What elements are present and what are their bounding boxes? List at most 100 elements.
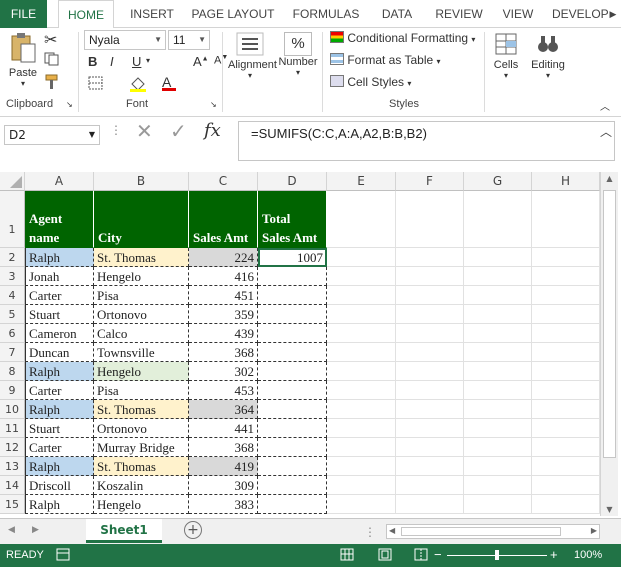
borders-icon[interactable]	[88, 76, 104, 93]
tab-view[interactable]: VIEW	[496, 0, 540, 28]
horizontal-scrollbar[interactable]: ◀ ▶	[386, 524, 600, 539]
macro-record-icon[interactable]	[56, 548, 70, 564]
cell-c[interactable]: 451	[189, 286, 258, 305]
cell-a[interactable]: Ralph	[25, 457, 94, 476]
cell-c[interactable]: 416	[189, 267, 258, 286]
empty-cell[interactable]	[464, 267, 532, 286]
row-header[interactable]: 15	[0, 495, 25, 514]
page-layout-view-icon[interactable]	[378, 548, 392, 564]
scroll-down-icon[interactable]: ▼	[601, 505, 618, 514]
cell-b[interactable]: Hengelo	[94, 267, 189, 286]
format-as-table-button[interactable]: Format as Table ▾	[330, 53, 441, 67]
sheet-prev-icon[interactable]: ◀	[8, 525, 15, 535]
cell-c[interactable]: 368	[189, 438, 258, 457]
font-launcher-icon[interactable]: ↘	[210, 100, 217, 109]
cell-d-active[interactable]: 1007	[258, 248, 327, 267]
worksheet-grid[interactable]: A B C D E F G H 1 Agent name City Sales A…	[0, 172, 600, 516]
normal-view-icon[interactable]	[340, 548, 354, 564]
cell-c[interactable]: 453	[189, 381, 258, 400]
zoom-out-icon[interactable]: −	[434, 547, 442, 562]
empty-cell[interactable]	[327, 438, 396, 457]
font-size-combo[interactable]: 11 ▼	[168, 30, 210, 50]
editing-button[interactable]: Editing ▾	[528, 32, 568, 80]
column-header-h[interactable]: H	[532, 172, 600, 191]
empty-cell[interactable]	[532, 419, 600, 438]
formula-input[interactable]: =SUMIFS(C:C,A:A,A2,B:B,B2)	[238, 121, 615, 161]
empty-cell[interactable]	[396, 324, 464, 343]
empty-cell[interactable]	[532, 362, 600, 381]
empty-cell[interactable]	[327, 495, 396, 514]
empty-cell[interactable]	[396, 191, 464, 248]
empty-cell[interactable]	[327, 305, 396, 324]
paste-button[interactable]: Paste ▾	[6, 32, 40, 88]
empty-cell[interactable]	[464, 362, 532, 381]
empty-cell[interactable]	[464, 191, 532, 248]
vertical-scroll-thumb[interactable]	[603, 190, 616, 458]
cell-a[interactable]: Ralph	[25, 362, 94, 381]
empty-cell[interactable]	[464, 400, 532, 419]
empty-cell[interactable]	[532, 191, 600, 248]
conditional-formatting-button[interactable]: Conditional Formatting ▾	[330, 31, 475, 45]
cell-d[interactable]	[258, 305, 327, 324]
cell-b[interactable]: St. Thomas	[94, 248, 189, 267]
row-header[interactable]: 12	[0, 438, 25, 457]
empty-cell[interactable]	[532, 495, 600, 514]
empty-cell[interactable]	[396, 362, 464, 381]
copy-icon[interactable]	[44, 52, 60, 69]
tab-data[interactable]: DATA	[374, 0, 420, 28]
cell-a[interactable]: Carter	[25, 381, 94, 400]
empty-cell[interactable]	[464, 324, 532, 343]
cells-button[interactable]: Cells ▾	[490, 32, 522, 80]
empty-cell[interactable]	[327, 324, 396, 343]
alignment-button[interactable]: Alignment ▾	[228, 32, 277, 80]
row-header[interactable]: 2	[0, 248, 25, 267]
tab-formulas[interactable]: FORMULAS	[288, 0, 364, 28]
empty-cell[interactable]	[464, 457, 532, 476]
empty-cell[interactable]	[464, 305, 532, 324]
cell-a[interactable]: Duncan	[25, 343, 94, 362]
empty-cell[interactable]	[396, 419, 464, 438]
header-cell-agent-name[interactable]: Agent name	[25, 191, 94, 248]
cell-b[interactable]: Pisa	[94, 381, 189, 400]
cell-c[interactable]: 441	[189, 419, 258, 438]
empty-cell[interactable]	[327, 362, 396, 381]
column-header-g[interactable]: G	[464, 172, 532, 191]
empty-cell[interactable]	[396, 286, 464, 305]
insert-function-button[interactable]: fx	[204, 120, 221, 141]
header-cell-total-sales-amt[interactable]: Total Sales Amt	[258, 191, 327, 248]
empty-cell[interactable]	[396, 381, 464, 400]
cancel-icon[interactable]: ✕	[136, 119, 153, 143]
empty-cell[interactable]	[327, 191, 396, 248]
cut-icon[interactable]: ✂	[44, 30, 57, 50]
empty-cell[interactable]	[327, 419, 396, 438]
tab-page-layout[interactable]: PAGE LAYOUT	[188, 0, 278, 28]
cell-c[interactable]: 364	[189, 400, 258, 419]
tab-insert[interactable]: INSERT	[124, 0, 180, 28]
sheet-next-icon[interactable]: ▶	[32, 525, 39, 535]
empty-cell[interactable]	[532, 324, 600, 343]
cell-c[interactable]: 383	[189, 495, 258, 514]
empty-cell[interactable]	[396, 495, 464, 514]
tab-developer[interactable]: DEVELOP	[552, 0, 609, 28]
empty-cell[interactable]	[396, 267, 464, 286]
format-painter-icon[interactable]	[44, 74, 60, 93]
tab-review[interactable]: REVIEW	[430, 0, 488, 28]
empty-cell[interactable]	[396, 457, 464, 476]
column-header-c[interactable]: C	[189, 172, 258, 191]
enter-check-icon[interactable]: ✓	[170, 119, 187, 143]
sheet-tab-sheet1[interactable]: Sheet1	[86, 519, 162, 543]
row-header[interactable]: 1	[0, 191, 25, 248]
tab-home[interactable]: HOME	[58, 0, 114, 29]
clipboard-launcher-icon[interactable]: ↘	[66, 100, 73, 109]
cell-a[interactable]: Stuart	[25, 419, 94, 438]
cell-d[interactable]	[258, 343, 327, 362]
name-box[interactable]: D2 ▼	[4, 125, 100, 145]
cell-d[interactable]	[258, 476, 327, 495]
grow-font-icon[interactable]: A▲	[193, 54, 209, 69]
empty-cell[interactable]	[327, 267, 396, 286]
italic-button[interactable]: I	[110, 54, 114, 69]
row-header[interactable]: 4	[0, 286, 25, 305]
cell-b[interactable]: St. Thomas	[94, 400, 189, 419]
tab-split-grip-icon[interactable]: ⋮	[364, 525, 376, 539]
cell-d[interactable]	[258, 381, 327, 400]
